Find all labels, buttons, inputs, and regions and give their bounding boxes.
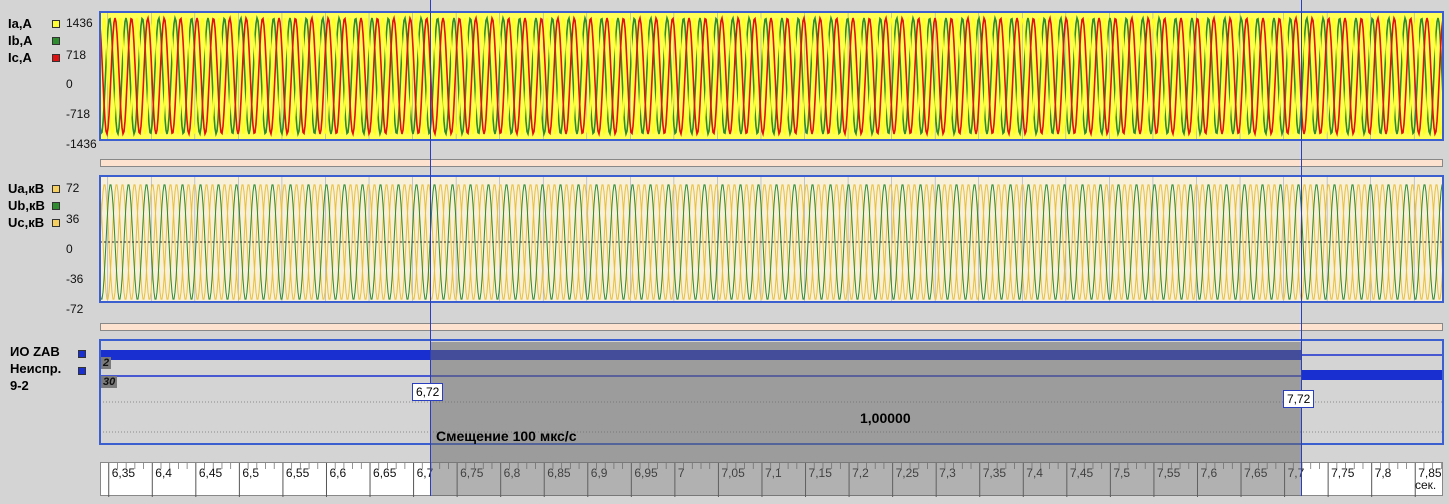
legend-ua-swatch	[52, 185, 60, 193]
legend-neispr-swatch	[78, 367, 86, 375]
legend-uc-swatch	[52, 219, 60, 227]
voltage-tick-half: 36	[66, 212, 80, 226]
right-cursor-line[interactable]	[1301, 0, 1302, 496]
voltage-tick-zero: 0	[66, 242, 73, 256]
time-axis-tick-label: 6,65	[373, 466, 397, 480]
legend-ib-label: Ib,A	[8, 33, 33, 48]
legend-ub-swatch	[52, 202, 60, 210]
legend-ub-label: Ub,кВ	[8, 198, 45, 213]
current-tick-zero: 0	[66, 77, 73, 91]
voltage-tick-max: 72	[66, 181, 80, 195]
legend-ib-swatch	[52, 37, 60, 45]
voltage-tick-neg-half: -36	[66, 272, 84, 286]
badge-2: 2	[101, 357, 112, 369]
left-cursor-line[interactable]	[430, 0, 431, 496]
current-tick-min: -1436	[66, 137, 97, 151]
time-axis-tick-label: 6,45	[199, 466, 223, 480]
legend-ic-label: Ic,A	[8, 50, 32, 65]
legend-io-zab-swatch	[78, 350, 86, 358]
time-axis-tick-label: 6,55	[286, 466, 310, 480]
current-tick-half: 718	[66, 48, 87, 62]
time-axis-tick-label: 7,75	[1331, 466, 1355, 480]
legend-ic-swatch	[52, 54, 60, 62]
time-axis-tick-label: 6,35	[112, 466, 136, 480]
current-tick-max: 1436	[66, 16, 93, 30]
legend-uc-label: Uc,кВ	[8, 215, 45, 230]
voltage-panel-frame	[99, 175, 1444, 303]
legend-neispr-label: Неиспр.	[10, 361, 62, 376]
left-cursor-value: 6,72	[412, 383, 444, 401]
current-separator-bar	[100, 159, 1443, 167]
current-tick-neg-half: -718	[66, 107, 91, 121]
voltage-tick-min: -72	[66, 302, 84, 316]
current-panel-frame	[99, 11, 1444, 141]
voltage-separator-bar	[100, 323, 1443, 331]
legend-io-zab-label: ИО ZAB	[10, 344, 60, 359]
offset-text: Смещение 100 мкс/с	[436, 428, 577, 444]
right-cursor-value: 7,72	[1283, 390, 1315, 408]
cursor-delta-value: 1,00000	[860, 410, 911, 426]
time-axis-unit: сек.	[1415, 478, 1437, 492]
legend-ua-label: Ua,кВ	[8, 181, 45, 196]
badge-30: 30	[101, 376, 118, 388]
legend-9-2-label: 9-2	[10, 378, 29, 393]
legend-ia-label: Ia,A	[8, 16, 32, 31]
legend-ia-swatch	[52, 20, 60, 28]
